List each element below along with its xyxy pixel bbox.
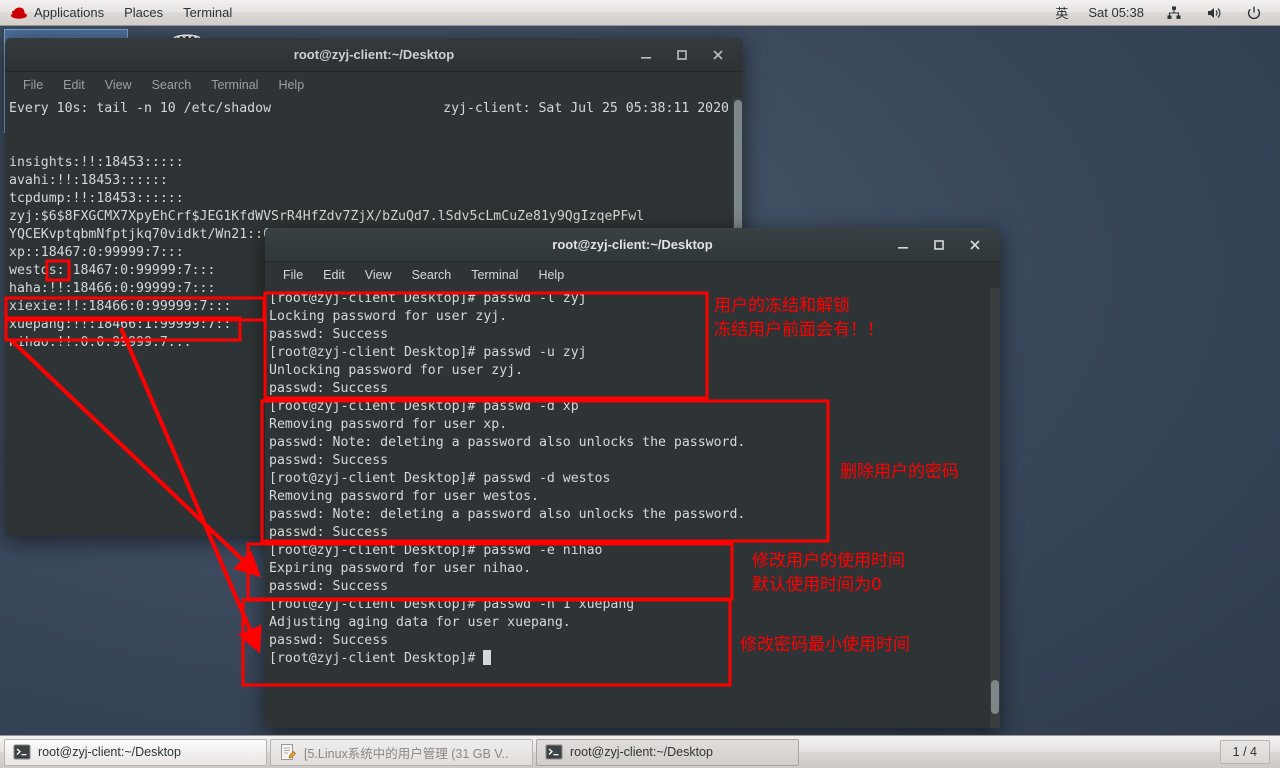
window2-title: root@zyj-client:~/Desktop [552,237,713,252]
taskbar-item-document[interactable]: [5.Linux系统中的用户管理 (31 GB V.. [270,738,533,766]
power-icon[interactable] [1235,2,1273,24]
annotation-lock-unlock: 用户的冻结和解锁 冻结用户前面会有！！ [714,296,884,340]
window1-controls [639,48,743,62]
terminal-icon [545,743,563,761]
taskbar-item-terminal-2-label: root@zyj-client:~/Desktop [570,745,713,759]
network-glyph [1164,3,1184,23]
top-panel: Applications Places Terminal 英 Sat 05:38 [0,0,1280,26]
power-glyph [1244,3,1264,23]
places-menu[interactable]: Places [115,2,172,24]
volume-glyph [1204,3,1224,23]
window1-title: root@zyj-client:~/Desktop [293,47,455,62]
applications-menu[interactable]: Applications [1,2,113,24]
terminal-line: passwd: Note: deleting a password also u… [269,435,746,450]
taskbar: root@zyj-client:~/Desktop [5.Linux系统中的用户… [0,735,1280,768]
annotation-min-password-time: 修改密码最小使用时间 [740,635,910,655]
annotation-usage-time: 修改用户的使用时间 默认使用时间为0 [752,551,905,595]
terminal-line: [root@zyj-client Desktop]# passwd -u zyj [269,345,587,360]
clock-label: Sat 05:38 [1088,5,1144,20]
terminal-line: Removing password for user xp. [269,417,508,432]
terminal-line: Locking password for user zyj. [269,309,508,324]
clock[interactable]: Sat 05:38 [1079,2,1153,24]
minimize-icon[interactable] [896,238,910,252]
menu-search[interactable]: Search [402,266,462,284]
window2-titlebar[interactable]: root@zyj-client:~/Desktop [265,228,1000,262]
network-icon[interactable] [1155,2,1193,24]
window2-menubar: File Edit View Search Terminal Help [265,262,1000,288]
terminal-cursor [483,650,492,665]
terminal-prompt: [root@zyj-client Desktop]# [269,651,484,666]
window2-scrollbar[interactable] [990,288,1000,728]
panel-status-area: 英 Sat 05:38 [1045,2,1280,24]
shadow-line: avahi:!!:18453:::::: [9,173,168,188]
menu-edit[interactable]: Edit [53,76,95,94]
maximize-icon[interactable] [932,238,946,252]
menu-view[interactable]: View [355,266,402,284]
input-method-indicator[interactable]: 英 [1046,2,1077,24]
menu-terminal[interactable]: Terminal [461,266,528,284]
menu-file[interactable]: File [273,266,313,284]
close-icon[interactable] [968,238,982,252]
places-menu-label: Places [124,5,164,20]
workspace-indicator[interactable]: 1 / 4 [1219,740,1270,764]
input-method-label: 英 [1055,6,1069,21]
taskbar-item-document-label: [5.Linux系统中的用户管理 (31 GB V.. [304,746,509,761]
terminal-line: [root@zyj-client Desktop]# passwd -n 1 x… [269,597,635,612]
volume-icon[interactable] [1195,2,1233,24]
redhat-logo-icon [10,6,28,20]
terminal-line: passwd: Success [269,381,389,396]
terminal-line: Removing password for user westos. [269,489,539,504]
taskbar-item-terminal-1-label: root@zyj-client:~/Desktop [38,745,181,759]
menu-view[interactable]: View [95,76,142,94]
terminal-icon [13,743,31,761]
maximize-icon[interactable] [675,48,689,62]
document-icon [279,743,297,761]
terminal-line: Adjusting aging data for user xuepang. [269,615,571,630]
window2-controls [896,238,1000,252]
terminal-line: Unlocking password for user zyj. [269,363,524,378]
applications-menu-label: Applications [34,5,105,20]
window1-watch-header-right: zyj-client: Sat Jul 25 05:38:11 2020 [443,101,729,116]
window2-scroll-thumb[interactable] [991,680,999,714]
menu-edit[interactable]: Edit [313,266,355,284]
minimize-icon[interactable] [639,48,653,62]
menu-help[interactable]: Help [528,266,574,284]
terminal-line: passwd: Success [269,525,389,540]
annotation-delete-password: 删除用户的密码 [840,462,959,482]
terminal-menu-label: Terminal [183,5,233,20]
taskbar-item-terminal-1[interactable]: root@zyj-client:~/Desktop [4,738,267,766]
terminal-line: passwd: Success [269,327,389,342]
menu-terminal[interactable]: Terminal [201,76,268,94]
window1-watch-header-left: Every 10s: tail -n 10 /etc/shadow [9,101,272,116]
window1-titlebar[interactable]: root@zyj-client:~/Desktop [5,38,743,72]
terminal-menu[interactable]: Terminal [174,2,241,24]
close-icon[interactable] [711,48,725,62]
terminal-line: [root@zyj-client Desktop]# passwd -d xp [269,399,579,414]
menu-file[interactable]: File [13,76,53,94]
window2-terminal-output[interactable]: [root@zyj-client Desktop]# passwd -l zyj… [265,288,1000,728]
terminal-line: passwd: Note: deleting a password also u… [269,507,746,522]
menu-help[interactable]: Help [268,76,314,94]
taskbar-item-terminal-2[interactable]: root@zyj-client:~/Desktop [536,738,799,766]
shadow-line: tcpdump:!!:18453:::::: [9,191,184,206]
shadow-line: zyj:$6$8FXGCMX7XpyEhCrf$JEG1KfdWVSrR4HfZ… [9,209,645,224]
terminal-line: [root@zyj-client Desktop]# passwd -l zyj [269,291,587,306]
window1-menubar: File Edit View Search Terminal Help [5,72,743,98]
shadow-line: insights:!!:18453::::: [9,155,184,170]
menu-search[interactable]: Search [142,76,202,94]
